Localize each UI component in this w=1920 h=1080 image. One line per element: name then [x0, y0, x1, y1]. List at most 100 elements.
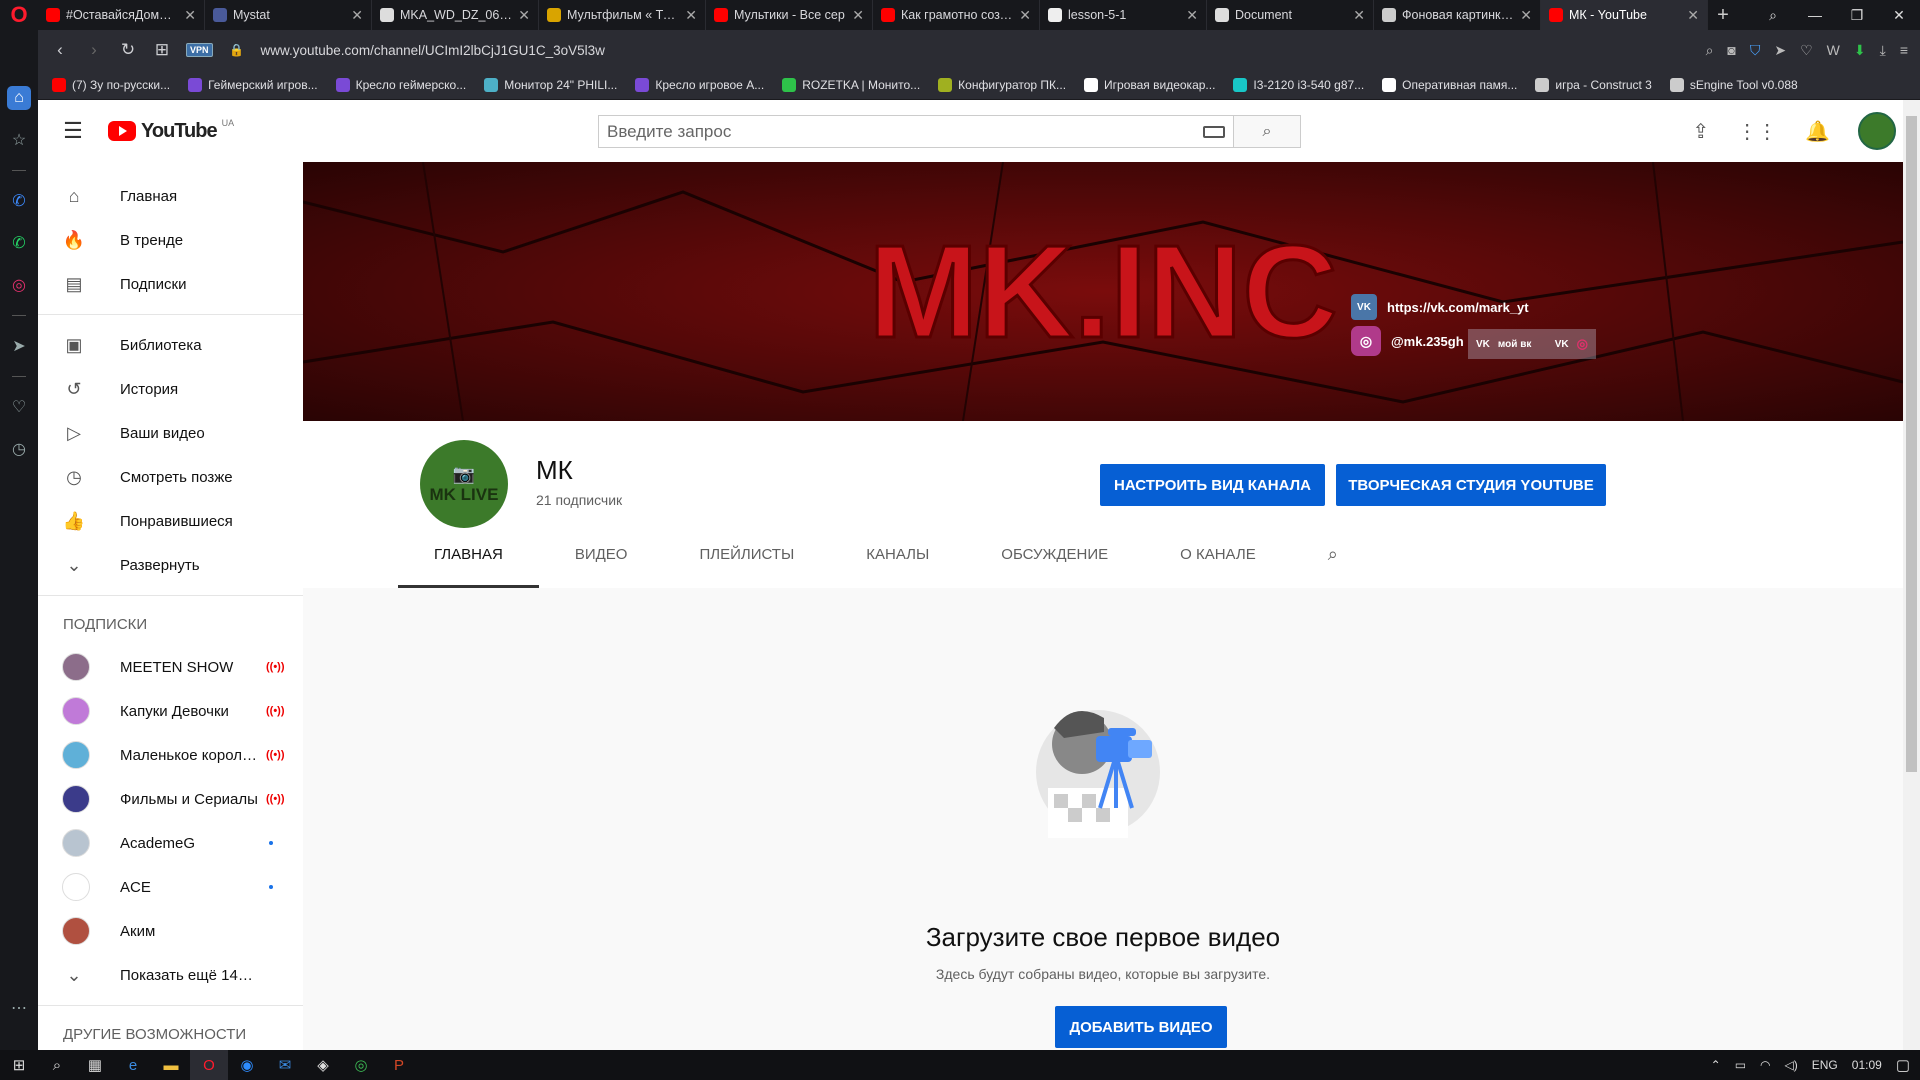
- extension-icon[interactable]: ⬇: [1854, 42, 1866, 59]
- instagram-icon[interactable]: ◎: [7, 273, 31, 297]
- zoom-icon[interactable]: ⌕: [1706, 42, 1714, 59]
- menu-icon[interactable]: ≡: [1900, 42, 1908, 59]
- tray-chevron-icon[interactable]: ⌃: [1711, 1058, 1721, 1072]
- subscription-item[interactable]: ACE: [38, 865, 303, 909]
- tab-close-icon[interactable]: ✕: [518, 7, 530, 24]
- bookmark-item[interactable]: Кресло геймерско...: [335, 77, 466, 92]
- vk-link-icon[interactable]: VK: [1476, 339, 1490, 350]
- bookmark-item[interactable]: sEngine Tool v0.088: [1669, 77, 1798, 92]
- opera-taskbar-icon[interactable]: O: [190, 1050, 228, 1080]
- browser-tab[interactable]: #ОставайсяДома - С ✕: [38, 0, 205, 30]
- shield-icon[interactable]: ⛉: [1750, 42, 1761, 59]
- forward-icon[interactable]: ›: [84, 40, 104, 60]
- sidebar-item-liked[interactable]: 👍 Понравившиеся: [38, 499, 303, 543]
- keyboard-icon[interactable]: [1203, 125, 1225, 138]
- tab-close-icon[interactable]: ✕: [1353, 7, 1365, 24]
- channel-tab[interactable]: ОБСУЖДЕНИЕ: [965, 521, 1144, 588]
- tab-close-icon[interactable]: ✕: [1186, 7, 1198, 24]
- restore-icon[interactable]: ❐: [1836, 0, 1878, 30]
- subscription-item[interactable]: Фильмы и Сериалы ((•)): [38, 777, 303, 821]
- reload-icon[interactable]: ↻: [118, 40, 138, 60]
- heart-icon[interactable]: ♡: [1800, 42, 1813, 59]
- whatsapp-icon[interactable]: ✆: [7, 231, 31, 255]
- bookmark-item[interactable]: Оперативная памя...: [1382, 77, 1517, 92]
- sidebar-item-watch-later[interactable]: ◷ Смотреть позже: [38, 455, 303, 499]
- sidebar-item-trending[interactable]: 🔥 В тренде: [38, 218, 303, 262]
- tab-close-icon[interactable]: ✕: [1520, 7, 1532, 24]
- minimize-icon[interactable]: —: [1794, 0, 1836, 30]
- upload-icon[interactable]: ⇪: [1692, 119, 1709, 144]
- tab-close-icon[interactable]: ✕: [1687, 7, 1699, 24]
- opera-logo-icon[interactable]: O: [0, 0, 38, 30]
- channel-tab[interactable]: КАНАЛЫ: [830, 521, 965, 588]
- search-icon[interactable]: ⌕: [38, 1050, 76, 1080]
- chrome-icon[interactable]: ◎: [342, 1050, 380, 1080]
- sidebar-item-chevron-down[interactable]: ⌄ Развернуть: [38, 543, 303, 587]
- apps-grid-icon[interactable]: ⋮⋮: [1737, 119, 1777, 144]
- messenger-icon[interactable]: ✆: [7, 189, 31, 213]
- wallet-icon[interactable]: W: [1827, 42, 1840, 59]
- browser-tab[interactable]: MKA_WD_DZ_06_201 ✕: [372, 0, 539, 30]
- zoom-app-icon[interactable]: ◉: [228, 1050, 266, 1080]
- search-tabs-icon[interactable]: ⌕: [1752, 0, 1794, 30]
- start-windows-icon[interactable]: ⊞: [0, 1050, 38, 1080]
- tiles-icon[interactable]: ⊞: [152, 40, 172, 60]
- file-explorer-icon[interactable]: ▬: [152, 1050, 190, 1080]
- add-video-button[interactable]: ДОБАВИТЬ ВИДЕО: [1055, 1006, 1227, 1048]
- sidebar-item-subscriptions[interactable]: ▤ Подписки: [38, 262, 303, 306]
- sidebar-item-history[interactable]: ↺ История: [38, 367, 303, 411]
- history-clock-icon[interactable]: ◷: [7, 437, 31, 461]
- browser-tab[interactable]: МК - YouTube ✕: [1541, 0, 1708, 30]
- channel-avatar[interactable]: 📷 MK LIVE: [420, 440, 508, 528]
- edge-icon[interactable]: e: [114, 1050, 152, 1080]
- new-tab-button[interactable]: +: [1708, 4, 1738, 27]
- page-scrollbar[interactable]: [1903, 100, 1920, 1050]
- clock[interactable]: 01:09: [1852, 1058, 1882, 1072]
- speed-dial-icon[interactable]: ⌂: [7, 86, 31, 110]
- heart-icon[interactable]: ♡: [7, 395, 31, 419]
- browser-tab[interactable]: Как грамотно созда ✕: [873, 0, 1040, 30]
- banner-instagram-handle[interactable]: @mk.235gh: [1391, 334, 1464, 349]
- bookmark-item[interactable]: ROZETKA | Монито...: [782, 77, 920, 92]
- bookmark-item[interactable]: (7) Зу по-русски...: [52, 77, 170, 92]
- search-input[interactable]: Введите запрос: [598, 115, 1233, 148]
- channel-tab[interactable]: ПЛЕЙЛИСТЫ: [663, 521, 830, 588]
- battery-icon[interactable]: ▭: [1735, 1058, 1746, 1072]
- channel-search-icon[interactable]: ⌕: [1328, 544, 1338, 565]
- app-icon[interactable]: ◈: [304, 1050, 342, 1080]
- channel-tab[interactable]: О КАНАЛЕ: [1144, 521, 1292, 588]
- my-vk-link[interactable]: мой вк: [1498, 339, 1531, 350]
- subscription-item[interactable]: AcademeG: [38, 821, 303, 865]
- sidebar-item-home[interactable]: ⌂ Главная: [38, 174, 303, 218]
- tab-close-icon[interactable]: ✕: [351, 7, 363, 24]
- task-view-icon[interactable]: ▦: [76, 1050, 114, 1080]
- bookmark-item[interactable]: Игровая видеокар...: [1084, 77, 1215, 92]
- language-indicator[interactable]: ENG: [1812, 1058, 1838, 1072]
- more-icon[interactable]: ⋯: [7, 996, 31, 1020]
- close-window-icon[interactable]: ✕: [1878, 0, 1920, 30]
- share-icon[interactable]: ➤: [1774, 42, 1786, 59]
- instagram-small-icon[interactable]: ◎: [1577, 336, 1588, 352]
- bookmark-item[interactable]: Монитор 24" PHILI...: [484, 77, 617, 92]
- vk-small-icon[interactable]: VK: [1555, 339, 1569, 350]
- account-avatar[interactable]: [1858, 112, 1896, 150]
- powerpoint-icon[interactable]: P: [380, 1050, 418, 1080]
- sidebar-item-library[interactable]: ▣ Библиотека: [38, 323, 303, 367]
- browser-tab[interactable]: lesson-5-1 ✕: [1040, 0, 1207, 30]
- browser-tab[interactable]: Mystat ✕: [205, 0, 372, 30]
- download-icon[interactable]: ⤓: [1880, 42, 1886, 59]
- browser-tab[interactable]: Фоновая картинка | ✕: [1374, 0, 1541, 30]
- bookmark-item[interactable]: Геймерский игров...: [188, 77, 318, 92]
- subscription-item[interactable]: Маленькое королевство Бена и Холли ((•)): [38, 733, 303, 777]
- wifi-icon[interactable]: ◠: [1760, 1058, 1770, 1072]
- tab-close-icon[interactable]: ✕: [1019, 7, 1031, 24]
- bookmark-item[interactable]: игра - Construct 3: [1535, 77, 1652, 92]
- vpn-badge[interactable]: VPN: [186, 43, 213, 57]
- channel-tab[interactable]: ГЛАВНАЯ: [398, 521, 539, 588]
- tab-close-icon[interactable]: ✕: [852, 7, 864, 24]
- back-icon[interactable]: ‹: [50, 40, 70, 60]
- bookmark-item[interactable]: Конфигуратор ПК...: [938, 77, 1066, 92]
- browser-tab[interactable]: Document ✕: [1207, 0, 1374, 30]
- notifications-icon[interactable]: ▢: [1896, 1056, 1910, 1074]
- scrollbar-thumb[interactable]: [1906, 116, 1917, 772]
